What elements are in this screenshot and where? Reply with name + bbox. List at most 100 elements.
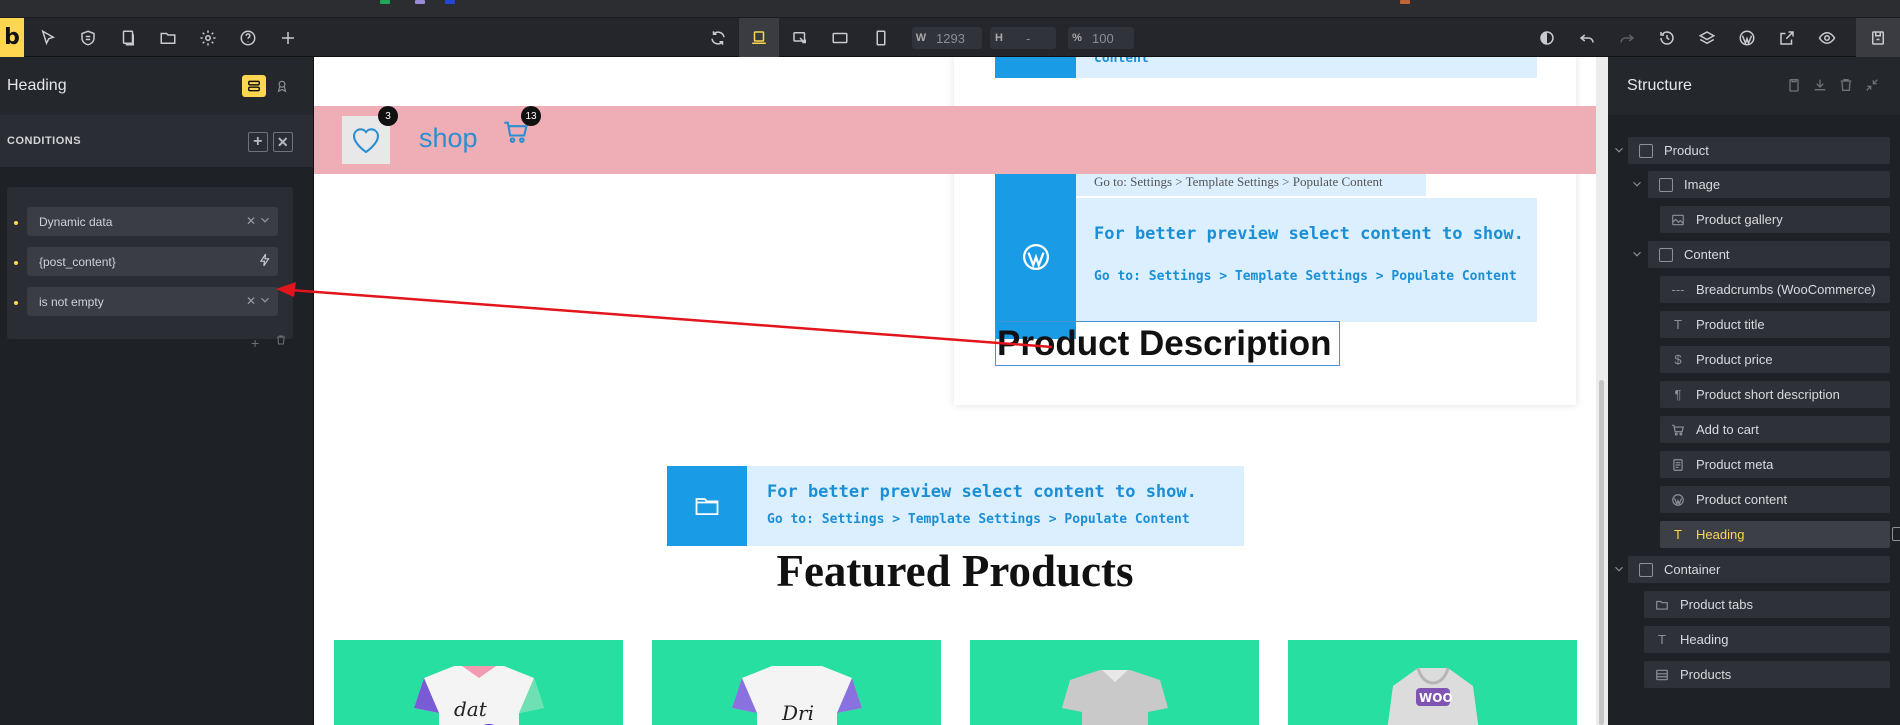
tree-item-heading-selected[interactable]: T Heading bbox=[1660, 521, 1890, 548]
chevron-down-icon[interactable] bbox=[258, 213, 272, 227]
tab-favicon[interactable] bbox=[445, 0, 455, 4]
zoom-field[interactable]: % 100 bbox=[1068, 27, 1134, 49]
height-value[interactable]: - bbox=[1008, 31, 1036, 46]
tab-favicon[interactable] bbox=[415, 0, 425, 4]
save-icon[interactable] bbox=[1856, 18, 1900, 57]
add-condition-icon[interactable]: + bbox=[251, 335, 259, 351]
dynamic-data-bolt-icon[interactable] bbox=[258, 253, 272, 267]
select-cursor-icon[interactable] bbox=[36, 26, 60, 50]
chevron-down-icon[interactable] bbox=[1612, 143, 1626, 157]
drag-handle-icon[interactable] bbox=[1892, 527, 1900, 541]
tree-item-container[interactable]: Container bbox=[1628, 556, 1890, 583]
panel-header: Heading bbox=[0, 57, 313, 115]
gear-icon[interactable] bbox=[196, 26, 220, 50]
chevron-down-icon[interactable] bbox=[1630, 247, 1644, 261]
condition-type-value: Dynamic data bbox=[39, 214, 113, 229]
conditions-section-header[interactable]: CONDITIONS + ✕ bbox=[0, 115, 313, 167]
whatsapp-icon[interactable] bbox=[380, 0, 390, 4]
laptop-breakpoint-icon[interactable] bbox=[788, 26, 812, 50]
width-value[interactable]: 1293 bbox=[930, 31, 971, 46]
preview-eye-icon[interactable] bbox=[1815, 26, 1839, 50]
tree-item-product-gallery[interactable]: Product gallery bbox=[1660, 206, 1890, 233]
browser-tab-strip bbox=[0, 0, 1900, 18]
shop-link[interactable]: shop bbox=[419, 123, 478, 154]
shield-icon[interactable] bbox=[76, 26, 100, 50]
condition-type-select[interactable]: Dynamic data ✕ bbox=[27, 207, 278, 236]
logo[interactable]: b bbox=[0, 18, 24, 57]
interactions-icon[interactable] bbox=[272, 75, 292, 97]
clear-icon[interactable]: ✕ bbox=[246, 294, 256, 308]
product-tile[interactable]: WOO bbox=[1288, 640, 1577, 725]
block-icon bbox=[1658, 177, 1674, 193]
download-icon[interactable] bbox=[1812, 77, 1828, 93]
add-condition-group-button[interactable]: + bbox=[248, 132, 268, 152]
tree-item-heading[interactable]: T Heading bbox=[1644, 626, 1890, 653]
tree-item-breadcrumbs[interactable]: --- Breadcrumbs (WooCommerce) bbox=[1660, 276, 1890, 303]
chevron-down-icon[interactable] bbox=[258, 293, 272, 307]
canvas-scrollbar-thumb[interactable] bbox=[1599, 380, 1604, 725]
redo-icon[interactable] bbox=[1615, 26, 1639, 50]
chevron-down-icon[interactable] bbox=[1630, 177, 1644, 191]
tree-item-product-tabs[interactable]: Product tabs bbox=[1644, 591, 1890, 618]
layers-icon[interactable] bbox=[1695, 26, 1719, 50]
tree-item-product-short-description[interactable]: ¶ Product short description bbox=[1660, 381, 1890, 408]
remove-conditions-button[interactable]: ✕ bbox=[273, 132, 293, 152]
tree-item-product-title[interactable]: T Product title bbox=[1660, 311, 1890, 338]
product-tile[interactable]: Dri bbox=[652, 640, 941, 725]
tree-item-product-content[interactable]: Product content bbox=[1660, 486, 1890, 513]
tree-item-image[interactable]: Image bbox=[1648, 171, 1890, 198]
add-icon[interactable] bbox=[276, 26, 300, 50]
desktop-breakpoint-icon[interactable] bbox=[739, 18, 779, 57]
trash-icon[interactable] bbox=[1838, 77, 1854, 93]
tree-item-product[interactable]: Product bbox=[1628, 137, 1890, 164]
wishlist-count-badge: 3 bbox=[378, 106, 398, 126]
clear-icon[interactable]: ✕ bbox=[246, 214, 256, 228]
mobile-breakpoint-icon[interactable] bbox=[869, 26, 893, 50]
tree-item-product-meta[interactable]: Product meta bbox=[1660, 451, 1890, 478]
tree-item-product-price[interactable]: $ Product price bbox=[1660, 346, 1890, 373]
tree-item-label: Product gallery bbox=[1696, 212, 1783, 227]
condition-key-value: {post_content} bbox=[39, 254, 116, 269]
trash-icon[interactable] bbox=[275, 334, 287, 346]
tree-item-add-to-cart[interactable]: Add to cart bbox=[1660, 416, 1890, 443]
featured-products-heading[interactable]: Featured Products bbox=[314, 545, 1596, 597]
height-field[interactable]: H - bbox=[990, 27, 1056, 49]
condition-group: Dynamic data ✕ {post_content} is not emp… bbox=[7, 187, 293, 351]
condition-key-input[interactable]: {post_content} bbox=[27, 247, 278, 276]
external-link-icon[interactable] bbox=[1775, 26, 1799, 50]
collapse-icon[interactable] bbox=[1864, 77, 1880, 93]
preview-notice-box: For better preview select content to sho… bbox=[1076, 198, 1537, 322]
zoom-value[interactable]: 100 bbox=[1086, 31, 1120, 46]
product-tile[interactable]: dat bbox=[334, 640, 623, 725]
notice-box-partial: content bbox=[1076, 57, 1537, 78]
condition-bullet bbox=[14, 221, 18, 225]
refresh-icon[interactable] bbox=[706, 26, 730, 50]
product-description-heading[interactable]: Product Description bbox=[995, 321, 1340, 366]
width-field[interactable]: W 1293 bbox=[912, 27, 982, 49]
chevron-down-icon[interactable] bbox=[1612, 562, 1626, 576]
help-icon[interactable] bbox=[236, 26, 260, 50]
header-bar: 3 shop 13 bbox=[314, 106, 1596, 174]
condition-compare-select[interactable]: is not empty ✕ bbox=[27, 287, 278, 316]
undo-icon[interactable] bbox=[1575, 26, 1599, 50]
svg-text:dat: dat bbox=[454, 697, 488, 721]
pages-icon[interactable] bbox=[116, 26, 140, 50]
folder-icon[interactable] bbox=[156, 26, 180, 50]
tree-item-products[interactable]: Products bbox=[1644, 661, 1890, 688]
notice-subtitle: Go to: Settings > Template Settings > Po… bbox=[1094, 269, 1517, 284]
wordpress-icon[interactable] bbox=[1735, 26, 1759, 50]
tree-item-label: Container bbox=[1664, 562, 1721, 577]
conditions-toggle-icon[interactable] bbox=[242, 75, 266, 97]
folder-icon bbox=[1654, 597, 1670, 613]
meta-icon bbox=[1670, 457, 1686, 473]
tree-item-content[interactable]: Content bbox=[1648, 241, 1890, 268]
tab-favicon[interactable] bbox=[1400, 0, 1410, 4]
contrast-icon[interactable] bbox=[1535, 26, 1559, 50]
tree-item-label: Breadcrumbs (WooCommerce) bbox=[1696, 282, 1876, 297]
tablet-landscape-icon[interactable] bbox=[828, 26, 852, 50]
products-list-icon bbox=[1654, 667, 1670, 683]
clipboard-icon[interactable] bbox=[1786, 77, 1802, 93]
history-icon[interactable] bbox=[1655, 26, 1679, 50]
product-tile[interactable] bbox=[970, 640, 1259, 725]
builder-canvas[interactable]: content Go to: Settings > Template Setti… bbox=[314, 57, 1596, 725]
